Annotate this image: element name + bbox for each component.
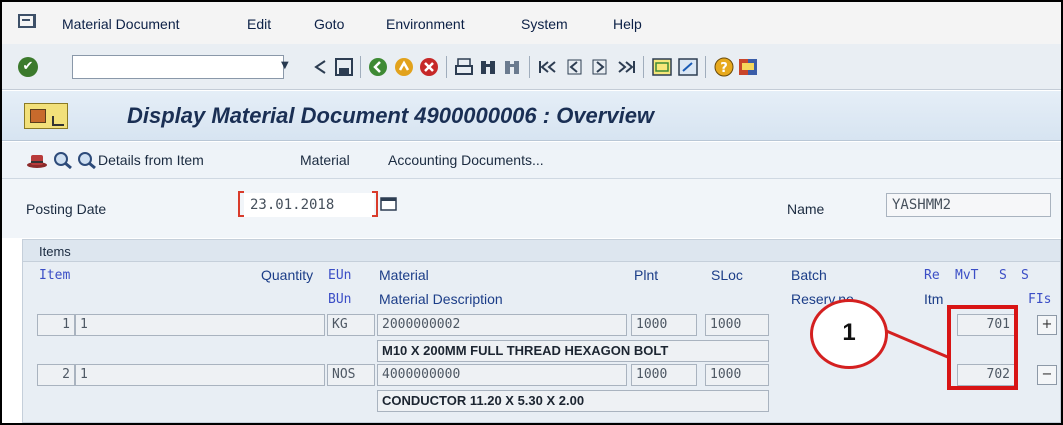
annotation-callout: 1 (810, 299, 888, 369)
annotation-pointer (883, 328, 951, 360)
annotation-number: 1 (842, 319, 856, 346)
movement-type-highlight-box (947, 305, 1018, 390)
